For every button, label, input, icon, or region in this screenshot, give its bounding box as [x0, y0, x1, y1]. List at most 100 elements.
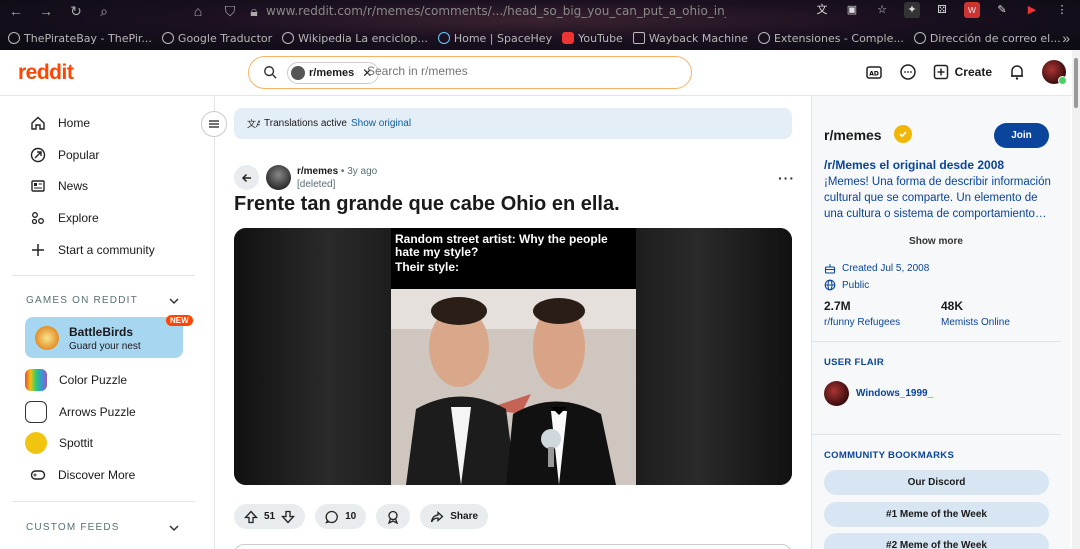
bookmark-item[interactable]: Home | SpaceHey: [437, 32, 552, 45]
bookmark-our-discord[interactable]: Our Discord: [824, 470, 1049, 495]
subreddit-filter-chip[interactable]: r/memes ✕: [287, 62, 380, 84]
game-item-discover-more[interactable]: Discover More: [30, 465, 135, 485]
members-label: r/funny Refugees: [824, 317, 901, 328]
games-section-title[interactable]: GAMES ON REDDIT: [26, 295, 138, 306]
vote-count: 51: [264, 511, 276, 522]
share-button[interactable]: Share: [420, 504, 489, 529]
popular-icon: [30, 147, 46, 163]
cake-icon: [824, 264, 836, 274]
downvote-icon[interactable]: [281, 510, 296, 524]
chevron-down-icon[interactable]: [168, 522, 180, 534]
globe-icon: [824, 279, 836, 291]
vote-pill: 51: [234, 504, 306, 529]
search-bar[interactable]: r/memes ✕: [248, 56, 692, 89]
members-count: 2.7M: [824, 299, 851, 313]
community-title[interactable]: r/memes: [824, 127, 882, 143]
menu-icon[interactable]: ⋮: [1054, 2, 1070, 18]
award-button[interactable]: [376, 504, 411, 529]
sidebar-item-news[interactable]: News: [30, 176, 88, 196]
star-icon[interactable]: ☆: [874, 2, 890, 18]
game-item-arrows-puzzle[interactable]: Arrows Puzzle: [25, 401, 136, 423]
upvote-icon[interactable]: [244, 510, 258, 524]
bookmark-item[interactable]: ThePirateBay - ThePir...: [8, 32, 152, 45]
forward-arrow-icon[interactable]: →: [38, 3, 54, 19]
sidebar-item-popular[interactable]: Popular: [30, 145, 99, 165]
spacehey-icon: [437, 32, 450, 44]
meme-image: Random street artist: Why the people hat…: [391, 228, 636, 485]
divider: [812, 341, 1061, 342]
extension-icon[interactable]: ▣: [844, 2, 860, 18]
globe-icon: [913, 32, 926, 44]
explore-icon: [31, 212, 44, 225]
sidebar-item-start-community[interactable]: Start a community: [30, 240, 155, 260]
bookmark-meme-week-2[interactable]: #2 Meme of the Week: [824, 533, 1049, 549]
user-avatar[interactable]: [1042, 60, 1067, 85]
plus-icon: [32, 244, 44, 256]
spottit-icon: [25, 432, 47, 454]
reddit-logo[interactable]: reddit: [18, 61, 74, 85]
media-blur-right: [635, 228, 792, 485]
extension-icon[interactable]: w: [964, 2, 980, 18]
home-icon: [31, 116, 45, 130]
show-more-button[interactable]: Show more: [812, 236, 1060, 247]
reload-icon[interactable]: ↻: [68, 3, 84, 19]
sidebar-toggle-button[interactable]: [201, 111, 227, 137]
back-button[interactable]: [234, 165, 259, 190]
bookmark-item[interactable]: Extensiones - Comple...: [757, 32, 904, 45]
new-badge: NEW: [166, 315, 193, 326]
bookmark-meme-week-1[interactable]: #1 Meme of the Week: [824, 502, 1049, 527]
comment-icon: [325, 510, 338, 524]
browser-nav-row: ← → ↻ ⌕ ⌂ ⛉ 🔒︎ www.reddit.com/r/memes/co…: [0, 0, 1080, 22]
meme-photo: [391, 289, 636, 485]
translate-icon: 文A: [247, 118, 260, 130]
url-text[interactable]: www.reddit.com/r/memes/comments/.../head…: [266, 4, 726, 18]
featured-game-card[interactable]: BattleBirds Guard your nest: [25, 317, 183, 358]
subreddit-avatar[interactable]: [266, 165, 291, 190]
hamburger-icon: [209, 120, 219, 128]
bookmark-item[interactable]: Wikipedia La enciclop...: [282, 32, 428, 45]
sidebar-item-home[interactable]: Home: [30, 113, 90, 133]
page-scrollbar[interactable]: [1072, 50, 1080, 549]
game-item-color-puzzle[interactable]: Color Puzzle: [25, 369, 127, 391]
comments-button[interactable]: 10: [315, 504, 367, 529]
more-options-icon[interactable]: ···: [778, 170, 795, 186]
bookmark-item[interactable]: YouTube: [562, 32, 623, 45]
post-author: [deleted]: [297, 179, 336, 190]
search-engine-icon[interactable]: ⌕: [96, 3, 112, 19]
puzzle-icon[interactable]: ⚄: [934, 2, 950, 18]
extension-icon[interactable]: ✎: [994, 2, 1010, 18]
chat-icon[interactable]: [899, 63, 917, 81]
back-arrow-icon[interactable]: ←: [8, 3, 24, 19]
svg-text:AD: AD: [869, 71, 879, 78]
post-media[interactable]: Random street artist: Why the people hat…: [234, 228, 792, 485]
bookmark-item[interactable]: Google Traductor: [161, 32, 272, 45]
bookmarks-overflow-icon[interactable]: »: [1062, 30, 1070, 46]
flair-name[interactable]: Windows_1999_: [856, 388, 933, 399]
address-bar[interactable]: www.reddit.com/r/memes/comments/.../head…: [186, 0, 746, 22]
bookmark-item[interactable]: Dirección de correo el...: [913, 32, 1061, 45]
scrollbar-thumb[interactable]: [1074, 58, 1078, 108]
bookmark-item[interactable]: Wayback Machine: [632, 32, 748, 45]
create-button[interactable]: Create: [933, 64, 992, 80]
chevron-down-icon[interactable]: [168, 295, 180, 307]
sidebar-item-explore[interactable]: Explore: [30, 208, 99, 228]
advertise-icon[interactable]: AD: [865, 63, 883, 81]
browser-chrome: ← → ↻ ⌕ ⌂ ⛉ 🔒︎ www.reddit.com/r/memes/co…: [0, 0, 1080, 50]
search-input[interactable]: [367, 64, 667, 78]
game-item-spottit[interactable]: Spottit: [25, 432, 93, 454]
comment-input[interactable]: [234, 544, 792, 549]
translate-icon[interactable]: 文: [814, 2, 830, 18]
post-time: 3y ago: [347, 166, 378, 177]
bell-icon[interactable]: [1008, 63, 1026, 81]
custom-feeds-title[interactable]: CUSTOM FEEDS: [26, 522, 120, 533]
extension-icon[interactable]: ✦: [904, 2, 920, 18]
subreddit-link[interactable]: r/memes: [297, 166, 338, 177]
post-meta: r/memes • 3y ago [deleted]: [297, 166, 378, 190]
youtube-ext-icon[interactable]: ▶: [1024, 2, 1040, 18]
join-button[interactable]: Join: [994, 123, 1049, 148]
show-original-link[interactable]: Show original: [351, 118, 411, 129]
divider: [812, 434, 1061, 435]
featured-game-subtitle: Guard your nest: [69, 341, 141, 352]
globe-icon: [757, 32, 770, 44]
flair-avatar: [824, 381, 849, 406]
